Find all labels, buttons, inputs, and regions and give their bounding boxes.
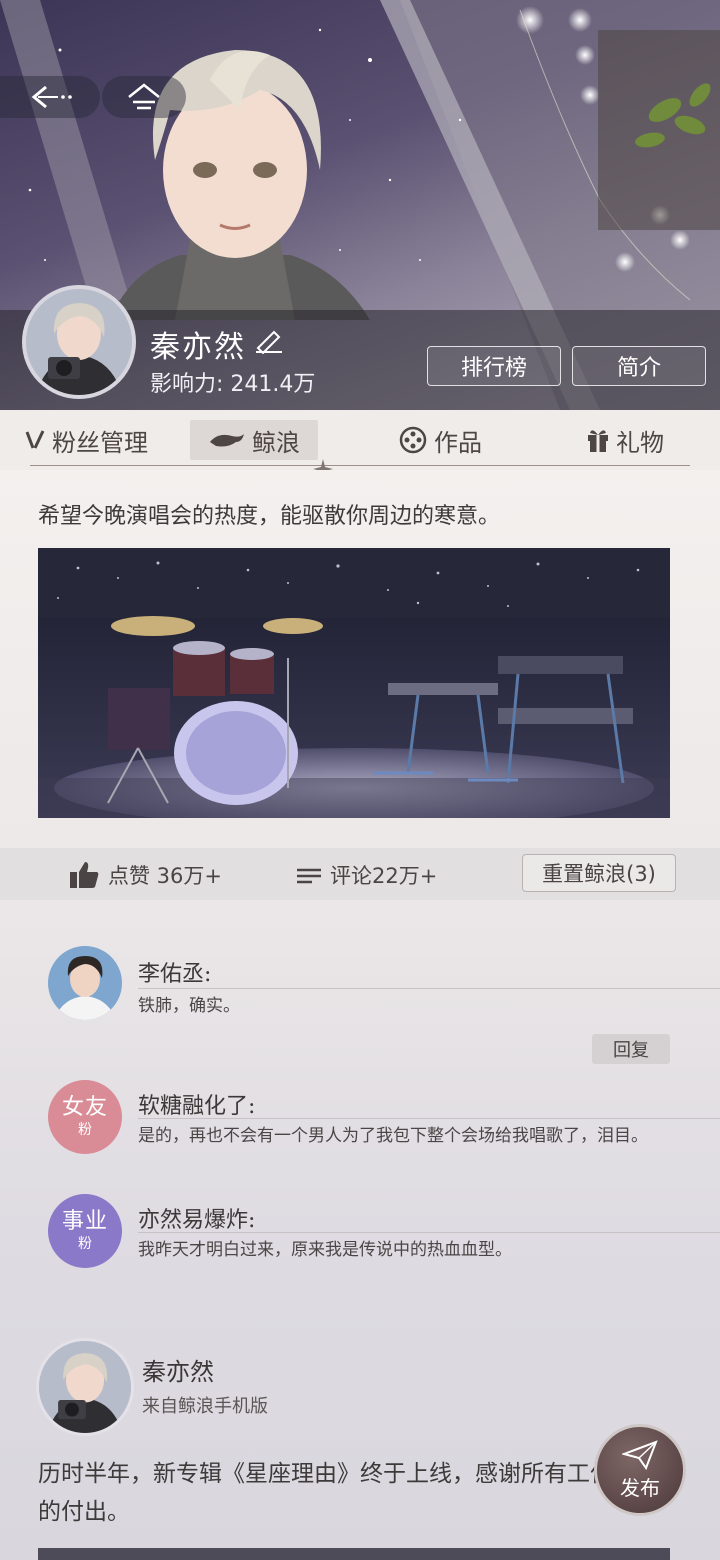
post-text: 历时半年，新专辑《星座理由》终于上线，感谢所有工作人员的付出。: [38, 1461, 659, 1525]
tab-divider: [30, 465, 690, 466]
publish-button[interactable]: 发布: [594, 1424, 686, 1516]
avatar-image: [39, 1341, 131, 1433]
comment-text: 我昨天才明白过来，原来我是传说中的热血血型。: [138, 1240, 512, 1260]
edit-pencil-icon[interactable]: [252, 326, 288, 354]
like-button[interactable]: 点赞 36万+: [68, 860, 222, 890]
tab-fan-management[interactable]: 粉丝管理: [24, 420, 148, 460]
comment-text: 是的，再也不会有一个男人为了我包下整个会场给我唱歌了，泪目。: [138, 1126, 648, 1146]
thumbs-up-icon: [70, 862, 99, 888]
profile-name: 秦亦然: [150, 330, 246, 365]
comment-lines-icon: [297, 868, 321, 884]
badge-sub-label: 粉: [78, 1122, 92, 1139]
comment-text: 铁肺，确实。: [138, 996, 240, 1016]
comment-count: 评论22万+: [330, 864, 438, 888]
like-count: 点赞 36万+: [108, 864, 222, 888]
stage-drums-keyboard-image: [38, 548, 670, 818]
home-button[interactable]: [102, 76, 186, 118]
profile-avatar[interactable]: [22, 285, 136, 399]
fan-icon: [25, 430, 45, 449]
tab-whale-wave[interactable]: 鲸浪: [190, 420, 318, 460]
intro-button[interactable]: 简介: [572, 346, 706, 386]
back-arrow-icon: [31, 85, 72, 109]
tab-bar: 粉丝管理 鲸浪 作品 礼物: [0, 410, 720, 479]
tab-works[interactable]: 作品: [398, 420, 482, 460]
avatar-image: [26, 289, 132, 395]
commenter-name: 软糖融化了:: [138, 1094, 256, 1119]
commenter-name: 李佑丞:: [138, 962, 212, 987]
post-action-bar: 点赞 36万+ 评论22万+ 重置鲸浪(3): [0, 848, 720, 900]
character-portrait: [110, 50, 370, 320]
post-source: 来自鲸浪手机版: [142, 1396, 268, 1417]
tab-gifts[interactable]: 礼物: [586, 420, 664, 460]
influence-stat: 影响力: 241.4万: [150, 366, 315, 398]
ranking-button[interactable]: 排行榜: [427, 346, 561, 386]
influence-label: 影响力:: [150, 372, 224, 397]
comment-divider: [138, 988, 720, 989]
paper-plane-icon: [622, 1439, 658, 1470]
commenter-name: 亦然易爆炸:: [138, 1208, 256, 1233]
tab-label: 作品: [434, 428, 482, 457]
home-icon: [128, 83, 160, 110]
portrait-avatar-icon: [48, 946, 122, 1020]
reset-whale-wave-button[interactable]: 重置鲸浪(3): [522, 854, 676, 892]
comment-divider: [138, 1118, 720, 1119]
publish-label: 发布: [620, 1475, 660, 1500]
tab-label: 礼物: [616, 428, 664, 457]
post-image-preview[interactable]: [38, 1548, 670, 1560]
reply-button[interactable]: 回复: [592, 1034, 670, 1064]
author-name: 秦亦然: [142, 1358, 214, 1386]
post-image[interactable]: [38, 548, 670, 818]
comment-button[interactable]: 评论22万+: [296, 860, 437, 890]
film-reel-icon: [399, 426, 427, 454]
comment-divider: [138, 1232, 720, 1233]
author-avatar[interactable]: [36, 1338, 134, 1436]
badge-main-label: 事业: [61, 1209, 108, 1235]
career-fan-badge: 事业 粉: [48, 1194, 122, 1268]
tab-label: 粉丝管理: [52, 428, 148, 457]
tab-label: 鲸浪: [252, 428, 300, 457]
whale-icon: [210, 434, 244, 447]
feed-content: 希望今晚演唱会的热度，能驱散你周边的寒意。 点赞 36万+ 评论22万+ 重置鲸…: [0, 470, 720, 1560]
influence-value: 241.4万: [230, 372, 316, 397]
post-text: 希望今晚演唱会的热度，能驱散你周边的寒意。: [38, 504, 501, 529]
girlfriend-fan-badge: 女友 粉: [48, 1080, 122, 1154]
commenter-avatar[interactable]: [48, 946, 122, 1020]
back-button[interactable]: [0, 76, 100, 118]
badge-sub-label: 粉: [78, 1236, 92, 1253]
badge-main-label: 女友: [61, 1095, 108, 1121]
gift-icon: [588, 430, 608, 452]
